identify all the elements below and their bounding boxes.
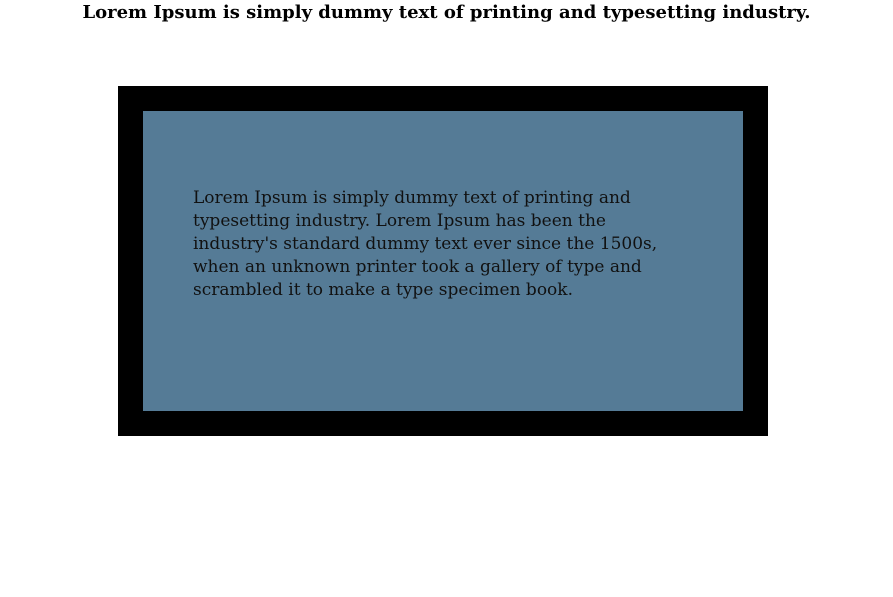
page-title: Lorem Ipsum is simply dummy text of prin… (82, 2, 811, 23)
content-panel: Lorem Ipsum is simply dummy text of prin… (143, 111, 743, 411)
panel-body-text: Lorem Ipsum is simply dummy text of prin… (193, 188, 658, 300)
black-frame: Lorem Ipsum is simply dummy text of prin… (118, 86, 768, 436)
